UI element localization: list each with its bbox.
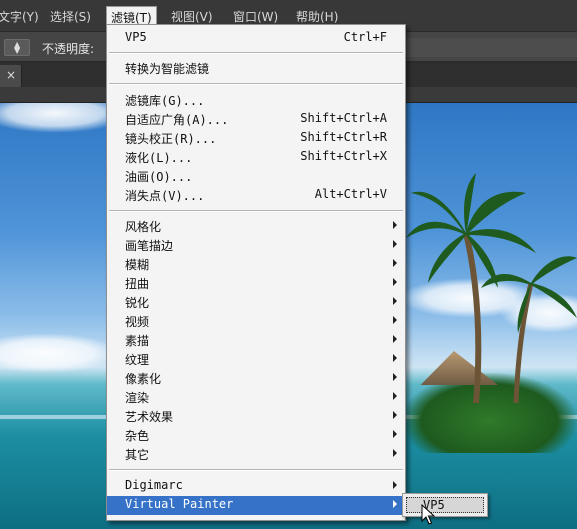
menu-item-label: 液化(L)...: [125, 151, 193, 165]
submenu-arrow-icon: [393, 259, 397, 267]
menu-text[interactable]: 文字(Y): [0, 8, 39, 26]
menu-item-label: 像素化: [125, 372, 162, 386]
submenu-arrow-icon: [393, 481, 397, 489]
palm-trees: [406, 173, 577, 404]
menu-item-digimarc[interactable]: Digimarc: [107, 477, 405, 496]
mouse-pointer-icon: [421, 504, 436, 525]
menu-item-shortcut: Alt+Ctrl+V: [314, 187, 387, 201]
menu-item-label: 风格化: [125, 220, 162, 234]
menu-item-label: 滤镜库(G)...: [125, 94, 205, 108]
submenu-arrow-icon: [393, 316, 397, 324]
menu-select[interactable]: 选择(S): [50, 8, 91, 26]
menu-item-texture[interactable]: 纹理: [107, 350, 405, 369]
menu-item-label: 杂色: [125, 429, 150, 443]
menu-item-stylize[interactable]: 风格化: [107, 217, 405, 236]
menu-item-filter-gallery[interactable]: 滤镜库(G)...: [107, 91, 405, 110]
menu-item-label: 渲染: [125, 391, 150, 405]
menu-item-virtual-painter[interactable]: Virtual Painter: [107, 496, 405, 515]
submenu-arrow-icon: [393, 411, 397, 419]
menu-item-brush-strokes[interactable]: 画笔描边: [107, 236, 405, 255]
menu-item-shortcut: Shift+Ctrl+A: [300, 111, 387, 125]
menu-item-label: VP5: [125, 30, 147, 44]
opacity-label: 不透明度:: [42, 42, 95, 56]
submenu-arrow-icon: [393, 221, 397, 229]
blend-mode-spinner[interactable]: ▲ ▼: [4, 39, 30, 56]
menu-item-convert-smart-filter[interactable]: 转换为智能滤镜: [107, 59, 405, 78]
menu-item-distort[interactable]: 扭曲: [107, 274, 405, 293]
menu-item-label: Virtual Painter: [125, 497, 234, 511]
close-icon[interactable]: ×: [6, 68, 16, 82]
menu-item-label: 艺术效果: [125, 410, 174, 424]
menu-item-vanishing-point[interactable]: 消失点(V)... Alt+Ctrl+V: [107, 186, 405, 205]
menu-item-label: 其它: [125, 448, 150, 462]
submenu-arrow-icon: [393, 373, 397, 381]
menu-item-other[interactable]: 其它: [107, 445, 405, 464]
virtual-painter-submenu: VP5: [402, 493, 488, 517]
menu-item-label: 油画(O)...: [125, 170, 193, 184]
menu-item-label: 转换为智能滤镜: [125, 62, 210, 76]
menu-item-render[interactable]: 渲染: [107, 388, 405, 407]
document-tab[interactable]: ×: [0, 65, 22, 87]
menu-item-label: 模糊: [125, 258, 150, 272]
submenu-arrow-icon: [393, 354, 397, 362]
menu-item-shortcut: Shift+Ctrl+R: [300, 130, 387, 144]
menu-item-video[interactable]: 视频: [107, 312, 405, 331]
submenu-arrow-icon: [393, 297, 397, 305]
submenu-arrow-icon: [393, 500, 397, 508]
menu-item-oil-paint[interactable]: 油画(O)...: [107, 167, 405, 186]
menu-item-label: 锐化: [125, 296, 150, 310]
submenu-arrow-icon: [393, 278, 397, 286]
filter-menu: VP5 Ctrl+F 转换为智能滤镜 滤镜库(G)... 自适应广角(A)...…: [106, 24, 406, 521]
menu-item-pixelate[interactable]: 像素化: [107, 369, 405, 388]
menu-item-vp5[interactable]: VP5 Ctrl+F: [107, 29, 405, 48]
menu-item-label: Digimarc: [125, 478, 183, 492]
submenu-arrow-icon: [393, 392, 397, 400]
menu-item-adaptive-wide-angle[interactable]: 自适应广角(A)... Shift+Ctrl+A: [107, 110, 405, 129]
menu-item-label: 视频: [125, 315, 150, 329]
menu-item-sharpen[interactable]: 锐化: [107, 293, 405, 312]
up-down-arrow-icon: ▲ ▼: [14, 40, 21, 55]
submenu-arrow-icon: [393, 335, 397, 343]
menu-item-label: 消失点(V)...: [125, 189, 205, 203]
menu-item-label: 纹理: [125, 353, 150, 367]
menu-separator: [109, 469, 403, 471]
menu-item-noise[interactable]: 杂色: [107, 426, 405, 445]
submenu-item-vp5[interactable]: VP5: [406, 497, 484, 513]
submenu-arrow-icon: [393, 430, 397, 438]
options-field[interactable]: [406, 38, 577, 57]
cloud: [0, 333, 120, 373]
menu-separator: [109, 210, 403, 212]
menu-item-shortcut: Shift+Ctrl+X: [300, 149, 387, 163]
menu-separator: [109, 83, 403, 85]
menu-item-lens-correction[interactable]: 镜头校正(R)... Shift+Ctrl+R: [107, 129, 405, 148]
menu-item-liquify[interactable]: 液化(L)... Shift+Ctrl+X: [107, 148, 405, 167]
submenu-arrow-icon: [393, 240, 397, 248]
menu-item-label: 画笔描边: [125, 239, 174, 253]
menu-item-label: 素描: [125, 334, 150, 348]
menu-item-label: 扭曲: [125, 277, 150, 291]
menu-item-label: 镜头校正(R)...: [125, 132, 217, 146]
menu-item-shortcut: Ctrl+F: [343, 30, 387, 44]
submenu-arrow-icon: [393, 449, 397, 457]
menu-item-sketch[interactable]: 素描: [107, 331, 405, 350]
menu-item-artistic[interactable]: 艺术效果: [107, 407, 405, 426]
menu-item-blur[interactable]: 模糊: [107, 255, 405, 274]
menu-item-label: 自适应广角(A)...: [125, 113, 229, 127]
menu-separator: [109, 52, 403, 54]
